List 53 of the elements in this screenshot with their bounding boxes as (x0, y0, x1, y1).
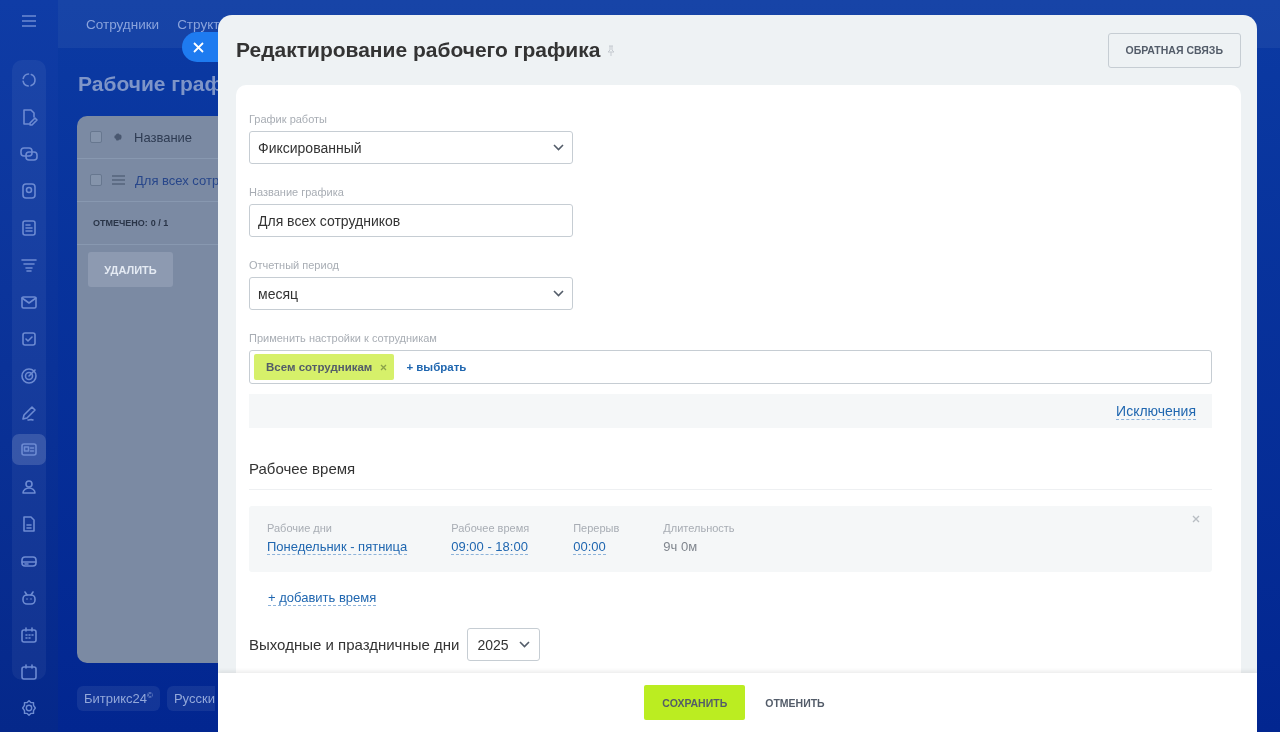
field-label: Применить настройки к сотрудникам (249, 332, 438, 344)
select-field[interactable]: Фиксированный (249, 131, 573, 164)
close-icon[interactable] (380, 363, 388, 371)
document-icon (19, 217, 39, 238)
close-icon[interactable] (1192, 515, 1200, 523)
settings-icon[interactable] (20, 699, 38, 717)
cancel-button[interactable]: ОТМЕНИТЬ (759, 690, 831, 715)
exceptions-link[interactable]: Исключения (1116, 403, 1196, 420)
column-header[interactable]: Название (134, 129, 193, 145)
slider-title: Редактирование рабочего графика (236, 38, 601, 62)
checkbox[interactable] (90, 174, 102, 186)
sidebar-item[interactable] (12, 434, 46, 465)
chevron-down-icon (553, 290, 564, 297)
shift-label: Перерыв (573, 522, 620, 534)
shift-link[interactable]: 09:00 - 18:00 (451, 539, 528, 555)
counter-label: ОТМЕЧЕНО: (93, 218, 148, 228)
close-icon (193, 41, 204, 53)
shift-link[interactable]: Понедельник - пятница (267, 539, 408, 555)
nav-tab[interactable]: Структ (177, 16, 220, 32)
footer-link[interactable]: Русски (166, 686, 215, 712)
menu-icon[interactable] (112, 175, 125, 185)
camera-icon (19, 180, 39, 201)
shift-label: Рабочее время (451, 522, 530, 534)
feedback-button[interactable]: ОБРАТНАЯ СВЯЗЬ (1107, 32, 1241, 68)
chevron-down-icon (553, 144, 564, 151)
shift-label: Длительность (663, 522, 735, 534)
nav-tab[interactable]: Сотрудники (86, 16, 160, 32)
calendar-icon (19, 661, 39, 680)
year-select[interactable]: 2025 (467, 628, 540, 661)
add-link[interactable]: + выбрать (406, 361, 467, 373)
target-icon (19, 365, 39, 386)
add-time-link[interactable]: + добавить время (268, 590, 377, 606)
calendar-icon (19, 624, 39, 645)
close-button[interactable] (182, 32, 218, 62)
shift-value: 9ч 0м (663, 539, 699, 554)
input-field[interactable]: Для всех сотрудников (249, 204, 573, 237)
field-label: Отчетный период (249, 259, 340, 271)
shift-link[interactable]: 00:00 (573, 539, 606, 555)
tag: Всем сотрудникам (254, 354, 395, 380)
menu-icon[interactable] (21, 14, 37, 28)
counter-value: 0 / 1 (150, 218, 169, 228)
chevron-down-icon (518, 641, 530, 648)
pin-icon[interactable] (606, 44, 617, 56)
field-label: Название графика (249, 186, 345, 198)
tag-selector[interactable]: Всем сотрудникам + выбрать (249, 350, 1212, 384)
select-field[interactable]: месяц (249, 277, 573, 310)
checkbox[interactable] (90, 131, 102, 143)
footer-link[interactable]: Битрикс24$^{©}$ (77, 686, 160, 712)
section-heading: Рабочее время (249, 460, 1212, 490)
field-label: График работы (249, 113, 328, 125)
shift-label: Рабочие дни (267, 522, 333, 534)
save-button[interactable]: СОХРАНИТЬ (644, 685, 746, 720)
section-heading: Выходные и праздничные дни (249, 636, 460, 653)
